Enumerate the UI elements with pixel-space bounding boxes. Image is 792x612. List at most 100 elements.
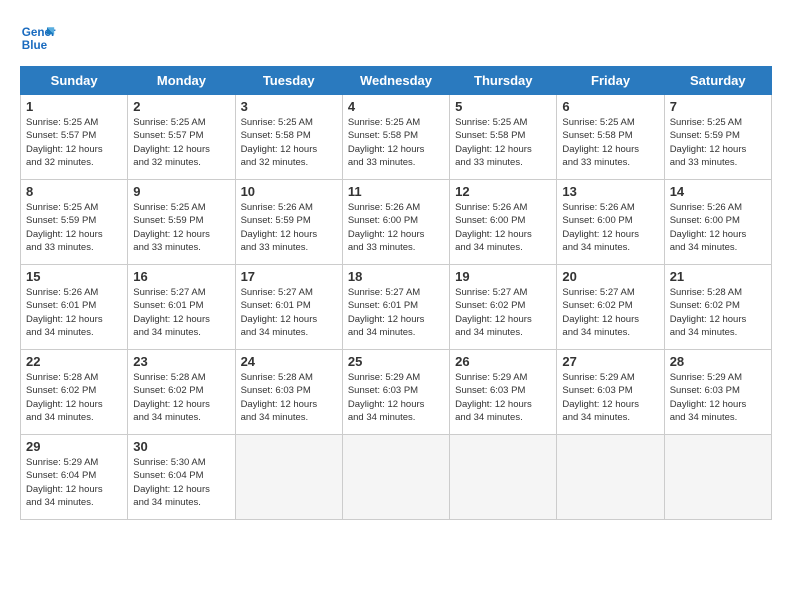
day-number: 14 (670, 184, 766, 199)
daylight-text: Daylight: 12 hours (670, 398, 766, 411)
daylight-text: Daylight: 12 hours (133, 143, 229, 156)
sunrise-text: Sunrise: 5:29 AM (670, 371, 766, 384)
day-number: 23 (133, 354, 229, 369)
daylight-minutes: and 33 minutes. (348, 156, 444, 169)
calendar-week-3: 15 Sunrise: 5:26 AM Sunset: 6:01 PM Dayligh… (21, 265, 772, 350)
day-info: Sunrise: 5:28 AMSunset: 6:02 PMDaylight:… (670, 286, 766, 339)
sunrise-text: Sunrise: 5:26 AM (26, 286, 122, 299)
daylight-minutes: and 34 minutes. (562, 241, 658, 254)
calendar-cell: 21Sunrise: 5:28 AMSunset: 6:02 PMDayligh… (664, 265, 771, 350)
day-number: 3 (241, 99, 337, 114)
day-info: Sunrise: 5:25 AMSunset: 5:59 PMDaylight:… (670, 116, 766, 169)
calendar-cell: 9Sunrise: 5:25 AMSunset: 5:59 PMDaylight… (128, 180, 235, 265)
daylight-text: Daylight: 12 hours (26, 228, 122, 241)
daylight-minutes: and 32 minutes. (133, 156, 229, 169)
sunset-text: Sunset: 6:03 PM (562, 384, 658, 397)
calendar-cell: 7Sunrise: 5:25 AMSunset: 5:59 PMDaylight… (664, 95, 771, 180)
calendar-cell: 25Sunrise: 5:29 AMSunset: 6:03 PMDayligh… (342, 350, 449, 435)
daylight-minutes: and 34 minutes. (133, 496, 229, 509)
calendar-cell: 6Sunrise: 5:25 AMSunset: 5:58 PMDaylight… (557, 95, 664, 180)
daylight-minutes: and 33 minutes. (348, 241, 444, 254)
calendar-cell (557, 435, 664, 520)
sunset-text: Sunset: 6:01 PM (348, 299, 444, 312)
daylight-minutes: and 34 minutes. (670, 326, 766, 339)
daylight-text: Daylight: 12 hours (670, 143, 766, 156)
sunrise-text: Sunrise: 5:25 AM (455, 116, 551, 129)
day-info: Sunrise: 5:29 AMSunset: 6:04 PMDaylight:… (26, 456, 122, 509)
sunrise-text: Sunrise: 5:26 AM (455, 201, 551, 214)
calendar-cell: 23Sunrise: 5:28 AMSunset: 6:02 PMDayligh… (128, 350, 235, 435)
sunset-text: Sunset: 5:57 PM (133, 129, 229, 142)
daylight-minutes: and 34 minutes. (562, 411, 658, 424)
sunrise-text: Sunrise: 5:26 AM (670, 201, 766, 214)
day-number: 17 (241, 269, 337, 284)
sunset-text: Sunset: 6:00 PM (348, 214, 444, 227)
daylight-text: Daylight: 12 hours (241, 313, 337, 326)
day-info: Sunrise: 5:25 AMSunset: 5:59 PMDaylight:… (26, 201, 122, 254)
daylight-text: Daylight: 12 hours (241, 143, 337, 156)
sunset-text: Sunset: 5:58 PM (241, 129, 337, 142)
day-number: 4 (348, 99, 444, 114)
sunset-text: Sunset: 5:58 PM (562, 129, 658, 142)
sunset-text: Sunset: 6:04 PM (133, 469, 229, 482)
logo: General Blue (20, 20, 56, 56)
sunset-text: Sunset: 5:58 PM (455, 129, 551, 142)
calendar-cell: 20Sunrise: 5:27 AMSunset: 6:02 PMDayligh… (557, 265, 664, 350)
day-info: Sunrise: 5:25 AMSunset: 5:58 PMDaylight:… (241, 116, 337, 169)
day-info: Sunrise: 5:27 AMSunset: 6:02 PMDaylight:… (562, 286, 658, 339)
calendar-cell: 27Sunrise: 5:29 AMSunset: 6:03 PMDayligh… (557, 350, 664, 435)
calendar-week-1: 1Sunrise: 5:25 AMSunset: 5:57 PMDaylight… (21, 95, 772, 180)
sunset-text: Sunset: 6:02 PM (133, 384, 229, 397)
calendar-header-row: SundayMondayTuesdayWednesdayThursdayFrid… (21, 67, 772, 95)
sunset-text: Sunset: 6:03 PM (670, 384, 766, 397)
daylight-minutes: and 34 minutes. (670, 241, 766, 254)
day-header-sunday: Sunday (21, 67, 128, 95)
day-info: Sunrise: 5:27 AMSunset: 6:01 PMDaylight:… (133, 286, 229, 339)
daylight-text: Daylight: 12 hours (26, 398, 122, 411)
calendar-cell: 29Sunrise: 5:29 AMSunset: 6:04 PMDayligh… (21, 435, 128, 520)
day-info: Sunrise: 5:26 AMSunset: 5:59 PMDaylight:… (241, 201, 337, 254)
day-info: Sunrise: 5:25 AMSunset: 5:58 PMDaylight:… (562, 116, 658, 169)
day-number: 19 (455, 269, 551, 284)
day-info: Sunrise: 5:25 AMSunset: 5:59 PMDaylight:… (133, 201, 229, 254)
calendar-cell: 10Sunrise: 5:26 AMSunset: 5:59 PMDayligh… (235, 180, 342, 265)
sunset-text: Sunset: 5:58 PM (348, 129, 444, 142)
daylight-text: Daylight: 12 hours (133, 483, 229, 496)
calendar: SundayMondayTuesdayWednesdayThursdayFrid… (20, 66, 772, 520)
calendar-cell: 24Sunrise: 5:28 AMSunset: 6:03 PMDayligh… (235, 350, 342, 435)
day-number: 15 (26, 269, 122, 284)
sunrise-text: Sunrise: 5:26 AM (562, 201, 658, 214)
calendar-cell: 4Sunrise: 5:25 AMSunset: 5:58 PMDaylight… (342, 95, 449, 180)
day-info: Sunrise: 5:29 AMSunset: 6:03 PMDaylight:… (455, 371, 551, 424)
sunrise-text: Sunrise: 5:25 AM (26, 201, 122, 214)
sunrise-text: Sunrise: 5:29 AM (562, 371, 658, 384)
day-info: Sunrise: 5:26 AMSunset: 6:00 PMDaylight:… (455, 201, 551, 254)
sunset-text: Sunset: 6:02 PM (455, 299, 551, 312)
daylight-minutes: and 34 minutes. (133, 411, 229, 424)
daylight-text: Daylight: 12 hours (26, 143, 122, 156)
calendar-cell: 11Sunrise: 5:26 AMSunset: 6:00 PMDayligh… (342, 180, 449, 265)
daylight-text: Daylight: 12 hours (455, 313, 551, 326)
sunrise-text: Sunrise: 5:30 AM (133, 456, 229, 469)
logo-icon: General Blue (20, 20, 56, 56)
sunset-text: Sunset: 5:57 PM (26, 129, 122, 142)
daylight-minutes: and 32 minutes. (241, 156, 337, 169)
day-header-tuesday: Tuesday (235, 67, 342, 95)
sunrise-text: Sunrise: 5:27 AM (562, 286, 658, 299)
sunset-text: Sunset: 6:02 PM (670, 299, 766, 312)
daylight-minutes: and 34 minutes. (455, 326, 551, 339)
daylight-text: Daylight: 12 hours (455, 143, 551, 156)
day-number: 11 (348, 184, 444, 199)
sunset-text: Sunset: 6:00 PM (670, 214, 766, 227)
sunset-text: Sunset: 5:59 PM (26, 214, 122, 227)
header: General Blue (20, 20, 772, 56)
sunset-text: Sunset: 5:59 PM (133, 214, 229, 227)
daylight-minutes: and 34 minutes. (348, 411, 444, 424)
day-header-wednesday: Wednesday (342, 67, 449, 95)
daylight-text: Daylight: 12 hours (562, 143, 658, 156)
day-number: 26 (455, 354, 551, 369)
calendar-week-2: 8Sunrise: 5:25 AMSunset: 5:59 PMDaylight… (21, 180, 772, 265)
sunrise-text: Sunrise: 5:28 AM (241, 371, 337, 384)
calendar-cell: 22Sunrise: 5:28 AMSunset: 6:02 PMDayligh… (21, 350, 128, 435)
daylight-minutes: and 33 minutes. (562, 156, 658, 169)
